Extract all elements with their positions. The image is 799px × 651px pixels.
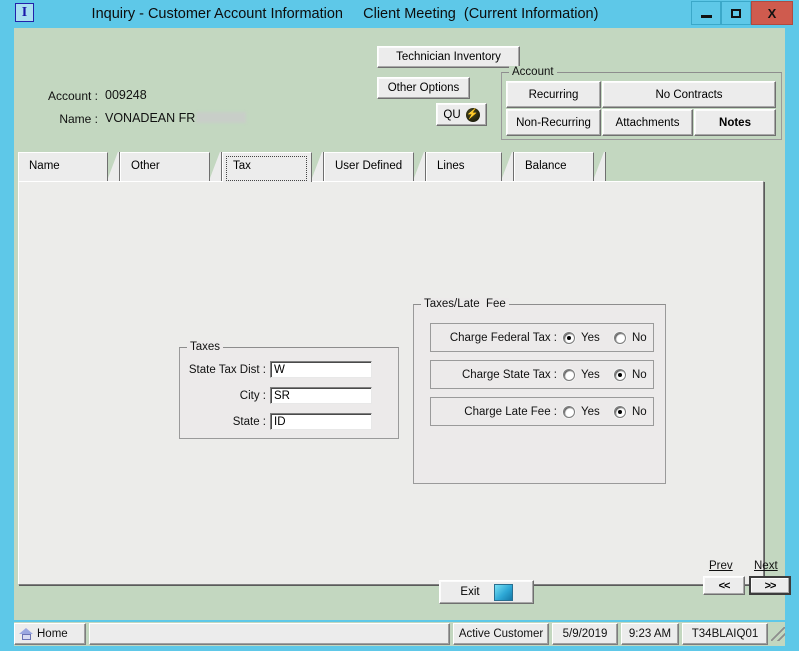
exit-button-label: Exit bbox=[460, 586, 480, 598]
caption-button-group: X bbox=[691, 1, 793, 25]
charge-federal-tax-label: Charge Federal Tax : bbox=[449, 331, 557, 344]
tab-other-label: Other bbox=[131, 160, 160, 172]
state-label: State : bbox=[232, 416, 266, 428]
charge-late-fee-no-radio[interactable] bbox=[614, 406, 626, 418]
resize-grip[interactable] bbox=[771, 627, 785, 641]
charge-state-tax-label: Charge State Tax : bbox=[461, 368, 557, 381]
minimize-icon bbox=[700, 14, 712, 18]
tab-separator-1 bbox=[108, 152, 120, 181]
tab-name[interactable]: Name bbox=[18, 152, 108, 181]
charge-state-tax-no-radio[interactable] bbox=[614, 369, 626, 381]
application-window: I Inquiry - Customer Account Information… bbox=[0, 0, 799, 651]
city-label: City : bbox=[239, 390, 266, 402]
tab-lines[interactable]: Lines bbox=[426, 152, 502, 181]
terminal-id: T34BLAIQ01 bbox=[682, 623, 768, 645]
prev-label-text: Prev bbox=[709, 560, 733, 572]
tab-separator-5 bbox=[502, 152, 514, 181]
qu-button[interactable]: QU bbox=[436, 103, 487, 126]
taxes-group-title: Taxes bbox=[187, 341, 224, 353]
charge-late-fee-yes-radio[interactable] bbox=[563, 406, 575, 418]
tab-tax[interactable]: Tax bbox=[222, 152, 312, 182]
status-date: 5/9/2019 bbox=[552, 623, 618, 645]
tab-lines-label: Lines bbox=[437, 160, 465, 172]
tab-user-defined-label: User Defined bbox=[335, 160, 403, 172]
prev-button[interactable]: << bbox=[703, 576, 745, 595]
charge-late-fee-yes-label[interactable]: Yes bbox=[581, 406, 600, 418]
tab-separator-2 bbox=[210, 152, 222, 181]
account-label: Account : bbox=[47, 89, 98, 103]
recurring-button[interactable]: Recurring bbox=[506, 81, 601, 108]
charge-federal-tax-no-label[interactable]: No bbox=[632, 332, 647, 344]
status-bar: Home Active Customer 5/9/2019 9:23 AM T3… bbox=[14, 622, 785, 646]
charge-state-tax-row: Charge State Tax : Yes No bbox=[430, 360, 654, 389]
charge-federal-tax-yes-radio[interactable] bbox=[563, 332, 575, 344]
other-options-button[interactable]: Other Options bbox=[377, 77, 470, 99]
qu-button-label: QU bbox=[443, 108, 461, 121]
tab-separator-3 bbox=[312, 152, 324, 181]
close-button[interactable]: X bbox=[751, 1, 793, 25]
city-input[interactable]: SR bbox=[270, 387, 372, 404]
tab-separator-6 bbox=[594, 152, 606, 181]
prev-label: Prev bbox=[709, 560, 733, 572]
home-icon bbox=[19, 627, 34, 641]
tax-tab-page: Taxes State Tax Dist : W City : SR State… bbox=[18, 181, 791, 595]
home-button-label: Home bbox=[37, 628, 68, 640]
name-value: VONADEAN FR bbox=[105, 111, 196, 125]
charge-federal-tax-no-radio[interactable] bbox=[614, 332, 626, 344]
state-input[interactable]: ID bbox=[270, 413, 372, 430]
home-button[interactable]: Home bbox=[14, 623, 86, 645]
charge-state-tax-no-label[interactable]: No bbox=[632, 369, 647, 381]
tab-other[interactable]: Other bbox=[120, 152, 210, 181]
notes-button[interactable]: Notes bbox=[694, 109, 776, 136]
no-contracts-button[interactable]: No Contracts bbox=[602, 81, 776, 108]
status-message bbox=[89, 623, 450, 645]
account-value: 009248 bbox=[105, 88, 147, 102]
tab-user-defined[interactable]: User Defined bbox=[324, 152, 414, 181]
name-value-wrap: VONADEAN FR bbox=[105, 111, 247, 125]
charge-federal-tax-row: Charge Federal Tax : Yes No bbox=[430, 323, 654, 352]
taxes-late-fee-group-title: Taxes/Late Fee bbox=[421, 298, 509, 310]
tab-strip: Name Other Tax User Defined Lines Balanc… bbox=[14, 152, 785, 182]
charge-state-tax-yes-label[interactable]: Yes bbox=[581, 369, 600, 381]
name-redaction bbox=[196, 112, 247, 123]
charge-federal-tax-yes-label[interactable]: Yes bbox=[581, 332, 600, 344]
tab-focus-indicator bbox=[226, 156, 307, 181]
title-bar: I Inquiry - Customer Account Information… bbox=[0, 0, 799, 28]
exit-icon bbox=[493, 583, 513, 601]
taxes-late-fee-group: Taxes/Late Fee Charge Federal Tax : Yes … bbox=[413, 298, 666, 484]
state-tax-dist-label: State Tax Dist : bbox=[188, 364, 266, 376]
charge-late-fee-label: Charge Late Fee : bbox=[464, 405, 557, 418]
next-button[interactable]: >> bbox=[749, 576, 791, 595]
charge-state-tax-yes-radio[interactable] bbox=[563, 369, 575, 381]
attachments-button[interactable]: Attachments bbox=[602, 109, 693, 136]
account-group: Account Recurring No Contracts Non-Recur… bbox=[501, 66, 782, 140]
maximize-button[interactable] bbox=[721, 1, 751, 25]
charge-late-fee-no-label[interactable]: No bbox=[632, 406, 647, 418]
charge-late-fee-row: Charge Late Fee : Yes No bbox=[430, 397, 654, 426]
name-label: Name : bbox=[59, 112, 98, 126]
status-time: 9:23 AM bbox=[621, 623, 679, 645]
lightning-bolt-icon bbox=[465, 107, 480, 122]
tab-balance[interactable]: Balance bbox=[514, 152, 594, 181]
maximize-icon bbox=[731, 8, 741, 18]
form-body: Account : 009248 Name : VONADEAN FR Tech… bbox=[14, 28, 791, 620]
tab-separator-4 bbox=[414, 152, 426, 181]
next-label: Next bbox=[754, 560, 778, 572]
state-tax-dist-input[interactable]: W bbox=[270, 361, 372, 378]
tab-balance-label: Balance bbox=[525, 160, 567, 172]
tab-name-label: Name bbox=[29, 160, 60, 172]
exit-button[interactable]: Exit bbox=[439, 580, 534, 604]
taxes-group: Taxes State Tax Dist : W City : SR State… bbox=[179, 341, 399, 439]
window-title: Inquiry - Customer Account Information C… bbox=[91, 6, 599, 22]
minimize-button[interactable] bbox=[691, 1, 721, 25]
technician-inventory-button[interactable]: Technician Inventory bbox=[377, 46, 520, 68]
account-group-title: Account bbox=[509, 66, 557, 78]
customer-status: Active Customer bbox=[453, 623, 549, 645]
next-label-text: Next bbox=[754, 560, 778, 572]
non-recurring-button[interactable]: Non-Recurring bbox=[506, 109, 601, 136]
